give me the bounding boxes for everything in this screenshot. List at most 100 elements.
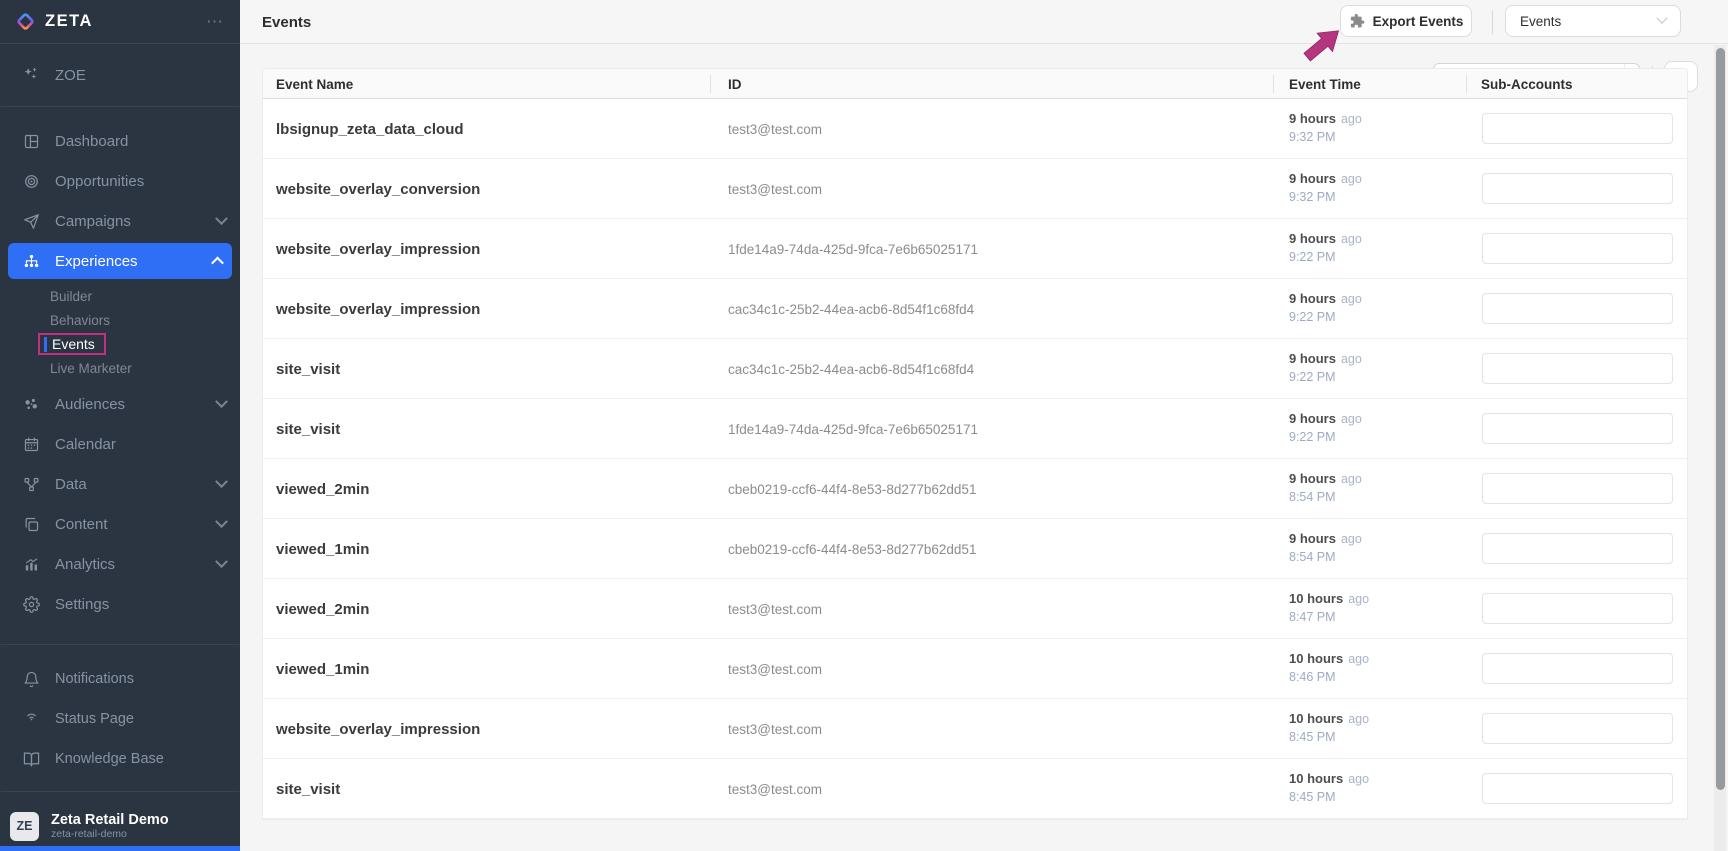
account-slug: zeta-retail-demo [51, 828, 169, 840]
sidebar-item-campaigns[interactable]: Campaigns [0, 201, 240, 241]
calendar-icon [22, 435, 40, 453]
event-id-cell: cbeb0219-ccf6-44f4-8e53-8d277b62dd51 [728, 459, 976, 519]
sub-accounts-field[interactable] [1482, 593, 1673, 624]
table-row[interactable]: website_overlay_impression 1fde14a9-74da… [263, 219, 1687, 279]
sitemap-icon [22, 252, 40, 270]
sparkles-icon [22, 66, 40, 84]
analytics-icon [22, 555, 40, 573]
sidebar-item-opportunities[interactable]: Opportunities [0, 161, 240, 201]
scrollbar-thumb[interactable] [1716, 48, 1725, 790]
table-row[interactable]: site_visit 1fde14a9-74da-425d-9fca-7e6b6… [263, 399, 1687, 459]
sidebar-item-zoe[interactable]: ZOE [0, 44, 240, 106]
sidebar-divider [1, 791, 239, 792]
vertical-scrollbar [1714, 45, 1726, 851]
sub-accounts-field[interactable] [1482, 653, 1673, 684]
sub-accounts-field[interactable] [1482, 473, 1673, 504]
page-title: Events [262, 0, 311, 44]
sidebar-item-content[interactable]: Content [0, 504, 240, 544]
sidebar-item-knowledge-base[interactable]: Knowledge Base [0, 739, 240, 779]
sidebar-subitem-live-marketer[interactable]: Live Marketer [0, 356, 240, 380]
sidebar-item-audiences[interactable]: Audiences [0, 384, 240, 424]
table-row[interactable]: website_overlay_conversion test3@test.co… [263, 159, 1687, 219]
sidebar-item-calendar[interactable]: Calendar [0, 424, 240, 464]
events-table: Event Name ID Event Time Sub-Accounts lb… [262, 68, 1688, 820]
event-id-cell: test3@test.com [728, 759, 822, 819]
sidebar-subitem-builder[interactable]: Builder [0, 284, 240, 308]
sub-accounts-field[interactable] [1482, 233, 1673, 264]
column-divider [710, 75, 711, 93]
signal-icon [22, 710, 40, 728]
table-row[interactable]: website_overlay_impression test3@test.co… [263, 699, 1687, 759]
account-avatar: ZE [10, 812, 39, 841]
sidebar-item-dashboard[interactable]: Dashboard [0, 121, 240, 161]
data-icon [22, 475, 40, 493]
sidebar-bottom-accent [0, 846, 240, 851]
event-time-cell: 10 hoursago 8:45 PM [1289, 710, 1369, 746]
book-icon [22, 750, 40, 768]
column-header-event-time: Event Time [1289, 69, 1361, 99]
event-time-cell: 9 hoursago 9:22 PM [1289, 410, 1362, 446]
active-indicator-bar [44, 337, 47, 352]
event-id-cell: cac34c1c-25b2-44ea-acb6-8d54f1c68fd4 [728, 279, 974, 339]
event-time-cell: 10 hoursago 8:47 PM [1289, 590, 1369, 626]
sub-accounts-field[interactable] [1482, 113, 1673, 144]
entity-type-dropdown[interactable]: Events [1505, 5, 1681, 37]
event-time-cell: 10 hoursago 8:45 PM [1289, 770, 1369, 806]
export-events-button[interactable]: Export Events [1340, 5, 1472, 37]
sidebar-subitem-behaviors[interactable]: Behaviors [0, 308, 240, 332]
table-row[interactable]: viewed_2min test3@test.com 10 hoursago 8… [263, 579, 1687, 639]
column-header-sub-accounts: Sub-Accounts [1481, 69, 1573, 99]
event-time-cell: 9 hoursago 9:22 PM [1289, 290, 1362, 326]
event-id-cell: cac34c1c-25b2-44ea-acb6-8d54f1c68fd4 [728, 339, 974, 399]
sub-accounts-field[interactable] [1482, 773, 1673, 804]
sidebar-more-icon[interactable]: ⋯ [206, 17, 224, 27]
sub-accounts-field[interactable] [1482, 293, 1673, 324]
table-row[interactable]: site_visit cac34c1c-25b2-44ea-acb6-8d54f… [263, 339, 1687, 399]
event-time-cell: 9 hoursago 8:54 PM [1289, 530, 1362, 566]
export-events-label: Export Events [1373, 14, 1464, 29]
account-switcher[interactable]: ZE Zeta Retail Demo zeta-retail-demo [0, 804, 240, 848]
event-name-cell: website_overlay_impression [276, 219, 480, 279]
chevron-down-icon [215, 555, 228, 568]
event-name-cell: viewed_1min [276, 639, 369, 699]
event-name-cell: website_overlay_impression [276, 279, 480, 339]
event-name-cell: website_overlay_conversion [276, 159, 480, 219]
event-name-cell: viewed_2min [276, 459, 369, 519]
event-time-cell: 9 hoursago 9:22 PM [1289, 230, 1362, 266]
content-icon [22, 515, 40, 533]
sub-accounts-field[interactable] [1482, 713, 1673, 744]
event-id-cell: cbeb0219-ccf6-44f4-8e53-8d277b62dd51 [728, 519, 976, 579]
sidebar-item-status-page[interactable]: Status Page [0, 699, 240, 739]
chevron-up-icon [211, 256, 224, 269]
sub-accounts-field[interactable] [1482, 413, 1673, 444]
sidebar-item-experiences[interactable]: Experiences [8, 243, 232, 279]
annotation-highlight-box: Events [38, 333, 106, 355]
sidebar-subitem-events[interactable]: Events [0, 332, 240, 356]
chevron-down-icon [215, 395, 228, 408]
sidebar-item-analytics[interactable]: Analytics [0, 544, 240, 584]
table-row[interactable]: viewed_1min test3@test.com 10 hoursago 8… [263, 639, 1687, 699]
table-row[interactable]: viewed_1min cbeb0219-ccf6-44f4-8e53-8d27… [263, 519, 1687, 579]
chevron-down-icon [1656, 13, 1667, 24]
logo-row: ZETA ⋯ [0, 0, 240, 44]
event-id-cell: test3@test.com [728, 159, 822, 219]
table-row[interactable]: lbsignup_zeta_data_cloud test3@test.com … [263, 99, 1687, 159]
event-time-cell: 9 hoursago 8:54 PM [1289, 470, 1362, 506]
sub-accounts-field[interactable] [1482, 353, 1673, 384]
sub-accounts-field[interactable] [1482, 173, 1673, 204]
table-row[interactable]: website_overlay_impression cac34c1c-25b2… [263, 279, 1687, 339]
column-divider [1466, 75, 1467, 93]
chevron-down-icon [215, 212, 228, 225]
table-row[interactable]: site_visit test3@test.com 10 hoursago 8:… [263, 759, 1687, 819]
event-time-cell: 9 hoursago 9:22 PM [1289, 350, 1362, 386]
event-name-cell: site_visit [276, 339, 340, 399]
table-row[interactable]: viewed_2min cbeb0219-ccf6-44f4-8e53-8d27… [263, 459, 1687, 519]
sidebar-item-data[interactable]: Data [0, 464, 240, 504]
sidebar-item-notifications[interactable]: Notifications [0, 659, 240, 699]
sidebar-item-settings[interactable]: Settings [0, 584, 240, 624]
event-time-cell: 9 hoursago 9:32 PM [1289, 110, 1362, 146]
target-icon [22, 172, 40, 190]
zoe-label: ZOE [55, 67, 86, 84]
sub-accounts-field[interactable] [1482, 533, 1673, 564]
header-divider [1492, 10, 1493, 34]
